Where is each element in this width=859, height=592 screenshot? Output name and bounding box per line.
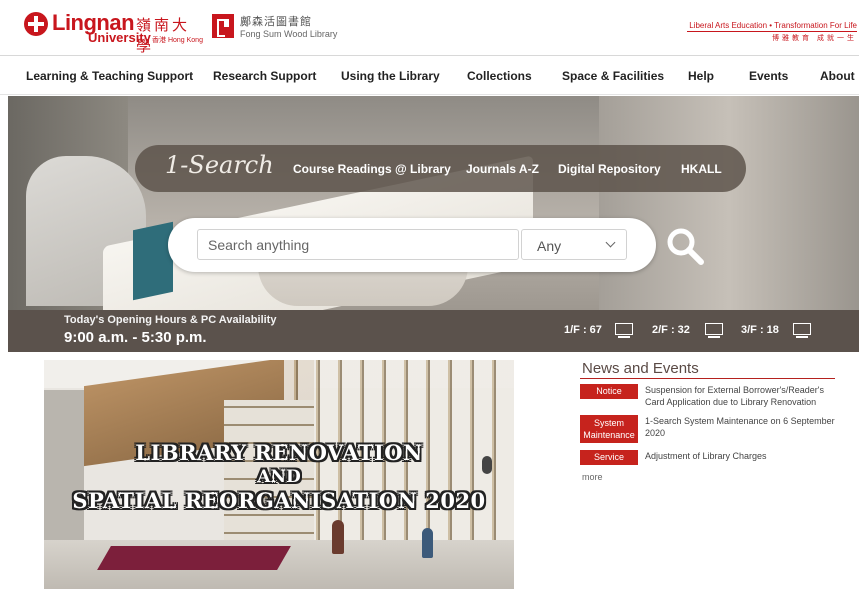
university-location: 香港 Hong Kong [152, 37, 203, 44]
opening-hours-title: Today's Opening Hours & PC Availability [64, 314, 277, 326]
search-scope-value: Any [537, 238, 562, 254]
nav-using-the-library[interactable]: Using the Library [341, 69, 440, 83]
site-header: Lingnan 嶺南大學 University 香港 Hong Kong 鄺森活… [0, 0, 859, 56]
search-button[interactable] [665, 226, 705, 266]
news-more-link[interactable]: more [582, 472, 603, 482]
search-input[interactable] [197, 229, 519, 260]
library-logo[interactable]: 鄺森活圖書館 Fong Sum Wood Library [212, 12, 362, 44]
news-and-events: News and Events Notice Suspension for Ex… [580, 360, 859, 500]
nav-help[interactable]: Help [688, 69, 714, 83]
pc-availability-2f[interactable]: 2/F : 32 [652, 322, 724, 340]
tab-digital-repository[interactable]: Digital Repository [558, 162, 661, 176]
news-divider [580, 378, 835, 379]
news-tag-service[interactable]: Service [580, 450, 638, 465]
nav-research-support[interactable]: Research Support [213, 69, 316, 83]
search-icon [667, 228, 704, 265]
news-tag-notice[interactable]: Notice [580, 384, 638, 399]
university-sub: University [88, 30, 151, 45]
nav-learning-teaching-support[interactable]: Learning & Teaching Support [26, 69, 193, 83]
library-name: Fong Sum Wood Library [240, 29, 338, 39]
news-item-2[interactable]: 1-Search System Maintenance on 6 Septemb… [645, 415, 845, 439]
banner-title-line2: and [257, 467, 301, 487]
pc-availability-label: 2/F : 32 [652, 324, 690, 336]
lingnan-emblem-icon [24, 12, 48, 36]
tab-hkall[interactable]: HKALL [681, 162, 722, 176]
computer-icon [792, 323, 812, 339]
news-item-1[interactable]: Suspension for External Borrower's/Reade… [645, 384, 845, 408]
renovation-banner[interactable]: Library Renovation and Spatial Reorganis… [44, 360, 514, 589]
tab-1search[interactable]: 1-Search [165, 151, 274, 179]
nav-space-facilities[interactable]: Space & Facilities [562, 69, 664, 83]
search-tabs: 1-Search Course Readings @ Library Journ… [135, 145, 746, 192]
motto-chinese: 博雅教育 成就一生 [772, 35, 857, 42]
pc-availability-3f[interactable]: 3/F : 18 [741, 322, 813, 340]
nav-collections[interactable]: Collections [467, 69, 532, 83]
tab-journals-az[interactable]: Journals A-Z [466, 162, 539, 176]
news-item-3[interactable]: Adjustment of Library Charges [645, 450, 845, 462]
chevron-down-icon [605, 237, 616, 248]
banner-title-line3: Spatial Reorganisation 2020 [72, 488, 486, 513]
library-mark-icon [212, 14, 234, 38]
pc-availability-label: 1/F : 67 [564, 324, 602, 336]
lingnan-logo[interactable]: Lingnan 嶺南大學 University 香港 Hong Kong [24, 10, 204, 55]
hero-search-area [8, 96, 859, 310]
opening-hours-time: 9:00 a.m. - 5:30 p.m. [64, 329, 207, 346]
banner-person [332, 520, 344, 554]
hero-photo-book-cover [133, 221, 173, 301]
pc-availability-label: 3/F : 18 [741, 324, 779, 336]
motto-divider [687, 31, 857, 32]
news-title: News and Events [582, 360, 699, 377]
nav-about[interactable]: About [820, 69, 855, 83]
news-tag-system-maintenance[interactable]: System Maintenance [580, 415, 638, 443]
opening-hours-strip: Today's Opening Hours & PC Availability … [8, 310, 859, 352]
tab-course-readings[interactable]: Course Readings @ Library [293, 162, 451, 176]
search-scope-select[interactable]: Any [521, 229, 627, 260]
banner-person [422, 528, 433, 558]
nav-events[interactable]: Events [749, 69, 788, 83]
search-box: Any [168, 218, 656, 272]
hero-background-right [599, 96, 859, 310]
main-nav: Learning & Teaching Support Research Sup… [0, 57, 859, 95]
banner-rug [97, 546, 291, 570]
motto: Liberal Arts Education • Transformation … [689, 21, 857, 30]
computer-icon [704, 323, 724, 339]
pc-availability-1f[interactable]: 1/F : 67 [564, 322, 636, 340]
library-chinese-name: 鄺森活圖書館 [240, 15, 312, 28]
banner-title-line1: Library Renovation [135, 440, 423, 465]
computer-icon [614, 323, 634, 339]
